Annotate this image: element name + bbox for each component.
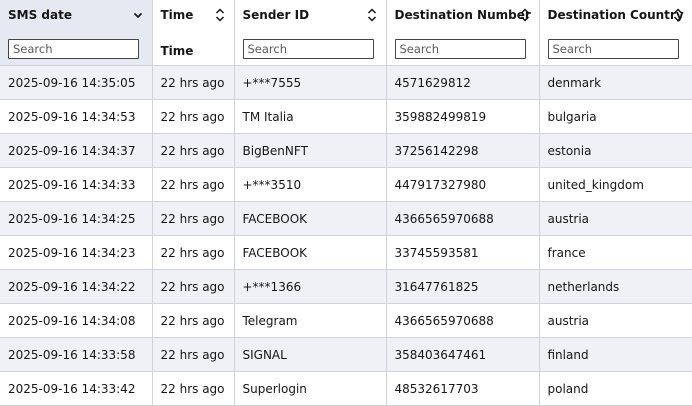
sender-id-cell: +***7555 [234, 65, 387, 100]
table-row[interactable]: 2025-09-16 14:34:37 22 hrs ago BigBenNFT… [0, 133, 692, 168]
sort-arrows-icon[interactable] [366, 8, 378, 22]
sms-date-cell: 2025-09-16 14:34:33 [0, 167, 153, 202]
time-cell: 22 hrs ago [152, 99, 235, 134]
time-cell: 22 hrs ago [152, 337, 235, 372]
table-row[interactable]: 2025-09-16 14:35:05 22 hrs ago +***7555 … [0, 65, 692, 100]
column-header-label: Destination Country [547, 8, 684, 22]
destination-number-cell: 48532617703 [386, 371, 540, 406]
destination-number-cell: 4366565970688 [386, 201, 540, 236]
table-row[interactable]: 2025-09-16 14:34:22 22 hrs ago +***1366 … [0, 269, 692, 304]
table-row[interactable]: 2025-09-16 14:34:53 22 hrs ago TM Italia… [0, 99, 692, 134]
destination-number-cell: 359882499819 [386, 99, 540, 134]
destination-country-cell: austria [539, 201, 692, 236]
column-header-destination-number[interactable]: Destination Number [386, 0, 540, 30]
time-cell: 22 hrs ago [152, 201, 235, 236]
column-header-label: SMS date [8, 8, 72, 22]
column-header-sms-date[interactable]: SMS date [0, 0, 153, 30]
column-header-destination-country[interactable]: Destination Country [539, 0, 692, 30]
sender-id-cell: TM Italia [234, 99, 387, 134]
filter-cell [234, 30, 387, 66]
destination-country-cell: bulgaria [539, 99, 692, 134]
table-row[interactable]: 2025-09-16 14:33:42 22 hrs ago Superlogi… [0, 371, 692, 406]
column-header-sender-id[interactable]: Sender ID [234, 0, 387, 30]
destination-country-cell: poland [539, 371, 692, 406]
time-cell: 22 hrs ago [152, 269, 235, 304]
sms-date-cell: 2025-09-16 14:34:53 [0, 99, 153, 134]
column-header-label: Sender ID [242, 8, 310, 22]
table-row[interactable]: 2025-09-16 14:34:08 22 hrs ago Telegram … [0, 303, 692, 338]
destination-country-cell: finland [539, 337, 692, 372]
destination-country-cell: france [539, 235, 692, 270]
sms-date-cell: 2025-09-16 14:35:05 [0, 65, 153, 100]
sender-id-cell: FACEBOOK [234, 201, 387, 236]
table-row[interactable]: 2025-09-16 14:33:58 22 hrs ago SIGNAL 35… [0, 337, 692, 372]
destination-number-cell: 37256142298 [386, 133, 540, 168]
table-row[interactable]: 2025-09-16 14:34:23 22 hrs ago FACEBOOK … [0, 235, 692, 270]
destination-country-cell: netherlands [539, 269, 692, 304]
destination-country-search-input[interactable] [547, 39, 679, 59]
destination-number-cell: 447917327980 [386, 167, 540, 202]
sms-date-cell: 2025-09-16 14:34:37 [0, 133, 153, 168]
filter-cell [386, 30, 540, 66]
sort-arrows-icon[interactable] [672, 8, 684, 22]
sms-date-cell: 2025-09-16 14:33:58 [0, 337, 153, 372]
sms-date-search-input[interactable] [8, 39, 139, 59]
time-cell: 22 hrs ago [152, 235, 235, 270]
time-cell: 22 hrs ago [152, 65, 235, 100]
chevron-down-icon[interactable] [132, 8, 144, 22]
column-header-time[interactable]: Time [152, 0, 235, 30]
sender-id-cell: Superlogin [234, 371, 387, 406]
destination-number-cell: 4366565970688 [386, 303, 540, 338]
time-cell: 22 hrs ago [152, 133, 235, 168]
sender-id-cell: +***3510 [234, 167, 387, 202]
destination-country-cell: denmark [539, 65, 692, 100]
table-row[interactable]: 2025-09-16 14:34:33 22 hrs ago +***3510 … [0, 167, 692, 202]
destination-country-cell: austria [539, 303, 692, 338]
destination-country-cell: united_kingdom [539, 167, 692, 202]
sender-id-cell: +***1366 [234, 269, 387, 304]
sender-id-cell: Telegram [234, 303, 387, 338]
time-cell: 22 hrs ago [152, 303, 235, 338]
time-cell: 22 hrs ago [152, 371, 235, 406]
sender-id-cell: BigBenNFT [234, 133, 387, 168]
sms-date-cell: 2025-09-16 14:34:08 [0, 303, 153, 338]
table-row[interactable]: 2025-09-16 14:34:25 22 hrs ago FACEBOOK … [0, 201, 692, 236]
sms-date-cell: 2025-09-16 14:34:25 [0, 201, 153, 236]
filter-cell [0, 30, 153, 66]
column-header-label: Time [160, 8, 194, 22]
sender-id-cell: SIGNAL [234, 337, 387, 372]
destination-number-search-input[interactable] [394, 39, 526, 59]
destination-number-cell: 358403647461 [386, 337, 540, 372]
sort-arrows-icon[interactable] [519, 8, 531, 22]
destination-number-cell: 31647761825 [386, 269, 540, 304]
filter-cell: Time [152, 30, 235, 66]
filter-cell [539, 30, 692, 66]
time-filter-label: Time [160, 44, 194, 58]
sender-id-cell: FACEBOOK [234, 235, 387, 270]
sort-arrows-icon[interactable] [214, 8, 226, 22]
column-header-label: Destination Number [394, 8, 531, 22]
sender-id-search-input[interactable] [242, 39, 374, 59]
time-cell: 22 hrs ago [152, 167, 235, 202]
header-row: SMS date Time Sender ID Destination Numb… [0, 0, 692, 30]
sms-date-cell: 2025-09-16 14:33:42 [0, 371, 153, 406]
filter-row: Time [0, 30, 692, 66]
sms-table: SMS date Time Sender ID Destination Numb… [0, 0, 692, 406]
sms-date-cell: 2025-09-16 14:34:22 [0, 269, 153, 304]
sms-date-cell: 2025-09-16 14:34:23 [0, 235, 153, 270]
destination-number-cell: 33745593581 [386, 235, 540, 270]
destination-number-cell: 4571629812 [386, 65, 540, 100]
destination-country-cell: estonia [539, 133, 692, 168]
